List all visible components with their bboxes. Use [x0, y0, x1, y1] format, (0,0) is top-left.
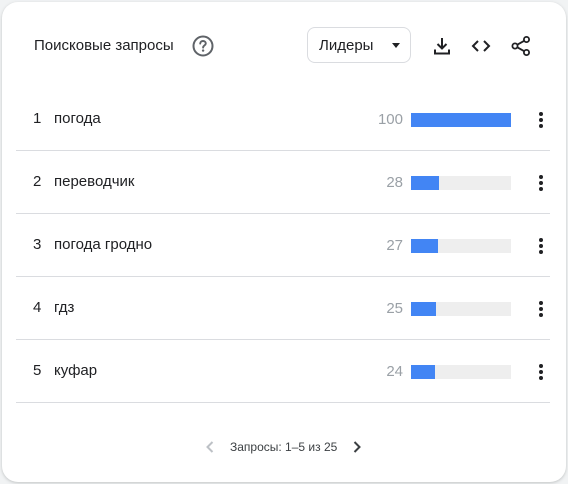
row-rank: 5 [33, 362, 42, 379]
chevron-right-icon[interactable] [347, 435, 367, 459]
download-icon[interactable] [430, 34, 454, 58]
view-dropdown[interactable]: Лидеры [307, 27, 411, 63]
row-value: 24 [386, 363, 403, 380]
more-vert-icon[interactable] [530, 234, 552, 258]
table-row: 5 куфар 24 [16, 340, 550, 403]
row-rank: 4 [33, 299, 42, 316]
more-vert-icon[interactable] [530, 108, 552, 132]
row-value: 28 [386, 174, 403, 191]
table-row: 3 погода гродно 27 [16, 214, 550, 277]
value-bar-fill [411, 239, 438, 253]
row-value: 100 [377, 111, 403, 128]
pagination: Запросы: 1–5 из 25 [2, 435, 566, 459]
queries-list: 1 погода 100 2 переводчик 28 3 погода гр… [16, 88, 550, 403]
row-term-link[interactable]: переводчик [54, 173, 134, 191]
pagination-label: Запросы: 1–5 из 25 [230, 440, 338, 454]
help-icon[interactable] [191, 34, 215, 58]
row-rank: 2 [33, 173, 42, 190]
value-bar-track [411, 176, 511, 190]
card-header: Поисковые запросы Лидеры [2, 2, 566, 92]
more-vert-icon[interactable] [530, 171, 552, 195]
row-term-link[interactable]: гдз [54, 299, 74, 317]
more-vert-icon[interactable] [530, 360, 552, 384]
dropdown-selected-value: Лидеры [319, 37, 374, 54]
row-term-link[interactable]: погода [54, 110, 101, 128]
embed-code-icon[interactable] [469, 34, 493, 58]
value-bar-track [411, 365, 511, 379]
value-bar-fill [411, 365, 435, 379]
value-bar-fill [411, 176, 439, 190]
row-value: 25 [386, 300, 403, 317]
share-icon[interactable] [509, 34, 533, 58]
chevron-left-icon[interactable] [200, 435, 220, 459]
more-vert-icon[interactable] [530, 297, 552, 321]
value-bar-track [411, 113, 511, 127]
row-term-link[interactable]: куфар [54, 362, 97, 380]
related-queries-card: Поисковые запросы Лидеры 1 погода 100 2 … [2, 2, 566, 482]
table-row: 2 переводчик 28 [16, 151, 550, 214]
value-bar-fill [411, 113, 511, 127]
table-row: 4 гдз 25 [16, 277, 550, 340]
row-rank: 1 [33, 110, 42, 127]
caret-down-icon [392, 43, 400, 48]
row-rank: 3 [33, 236, 42, 253]
card-title: Поисковые запросы [34, 37, 174, 54]
value-bar-track [411, 239, 511, 253]
value-bar-track [411, 302, 511, 316]
table-row: 1 погода 100 [16, 88, 550, 151]
row-term-link[interactable]: погода гродно [54, 236, 152, 254]
row-value: 27 [386, 237, 403, 254]
value-bar-fill [411, 302, 436, 316]
